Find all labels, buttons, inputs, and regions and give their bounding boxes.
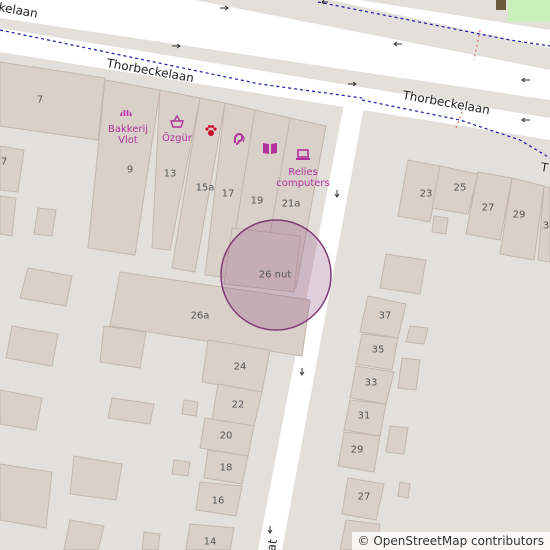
house-number: 31 xyxy=(357,410,371,422)
house-number: 37 xyxy=(378,310,392,322)
house-number: 27 xyxy=(357,491,371,503)
bakery-icon[interactable] xyxy=(118,106,134,122)
building-right-small xyxy=(431,215,449,235)
hearing-aid-icon[interactable] xyxy=(230,131,246,147)
map-canvas[interactable]: kelaan Thorbeckelaan Thorbeckelaan at T … xyxy=(0,0,550,550)
building-left-block-5 xyxy=(63,519,105,550)
poi-label-line: Vlot xyxy=(118,135,138,146)
house-number: 17 xyxy=(221,188,235,200)
book-icon[interactable] xyxy=(262,140,278,156)
building-left-block-3 xyxy=(0,389,43,431)
house-number: 27 xyxy=(481,202,495,214)
house-number: 3 xyxy=(542,220,550,232)
poi-label-relies-computers[interactable]: Relies computers xyxy=(276,167,329,189)
house-number: 18 xyxy=(219,462,233,474)
house-number: 14 xyxy=(203,536,217,548)
house-number: 26 nut xyxy=(258,269,292,281)
park-area xyxy=(508,0,550,22)
house-number: 26a xyxy=(190,310,210,322)
building-left-block-2 xyxy=(5,325,59,367)
building-7 xyxy=(0,61,106,141)
building-small-r1 xyxy=(405,325,429,345)
building-left-block-1 xyxy=(19,267,73,307)
building-right-block xyxy=(379,253,427,295)
house-number: 16 xyxy=(211,495,225,507)
building-left-small-1 xyxy=(33,207,57,237)
building-left-block-4 xyxy=(0,463,53,529)
paw-icon[interactable] xyxy=(203,123,219,139)
building-mid-small-5 xyxy=(141,531,161,550)
building-small-r2 xyxy=(397,357,421,391)
building-mid-small-4 xyxy=(171,459,191,477)
house-number: 33 xyxy=(364,377,378,389)
attribution-link[interactable]: © OpenStreetMap contributors xyxy=(358,534,544,548)
entrance-marker xyxy=(496,0,506,10)
building-mid-small-6 xyxy=(181,399,199,417)
house-number: 22 xyxy=(231,399,245,411)
building-mid-small-1 xyxy=(99,325,147,369)
house-number: 24 xyxy=(233,361,247,373)
building-small-r4 xyxy=(397,481,411,499)
house-number: 7 xyxy=(0,156,8,168)
house-number: 20 xyxy=(219,430,233,442)
map-attribution[interactable]: © OpenStreetMap contributors xyxy=(351,532,550,550)
poi-label-line: Relies xyxy=(288,167,318,178)
building-small-left xyxy=(0,195,17,237)
path-red-dotted xyxy=(473,29,481,61)
poi-label-line: Bakkerij xyxy=(107,124,149,135)
building-mid-small-3 xyxy=(69,455,123,501)
poi-label-line: Özgür xyxy=(162,133,192,144)
house-number: 9 xyxy=(126,164,134,176)
house-number: 23 xyxy=(419,188,433,200)
house-number: 29 xyxy=(512,209,526,221)
house-number: 21a xyxy=(281,198,301,210)
house-number: 7 xyxy=(36,94,44,106)
house-number: 15a xyxy=(195,182,215,194)
poi-label-bakkerij-vlot[interactable]: Bakkerij Vlot xyxy=(108,124,148,146)
one-way-arrow-icon xyxy=(172,43,181,49)
street-label-bottom: at xyxy=(264,538,280,550)
building-small-r3 xyxy=(385,425,409,455)
shopping-basket-icon[interactable] xyxy=(169,114,185,130)
building-mid-small-2 xyxy=(107,397,155,425)
house-number: 35 xyxy=(371,344,385,356)
house-number: 25 xyxy=(453,182,467,194)
house-number: 29 xyxy=(350,444,364,456)
building-7b xyxy=(0,145,25,193)
computer-icon[interactable] xyxy=(295,147,311,163)
poi-label-line: computers xyxy=(276,178,330,189)
house-number: 13 xyxy=(163,168,177,180)
house-number: 19 xyxy=(250,195,264,207)
poi-label-ozgur[interactable]: Özgür xyxy=(162,133,192,144)
